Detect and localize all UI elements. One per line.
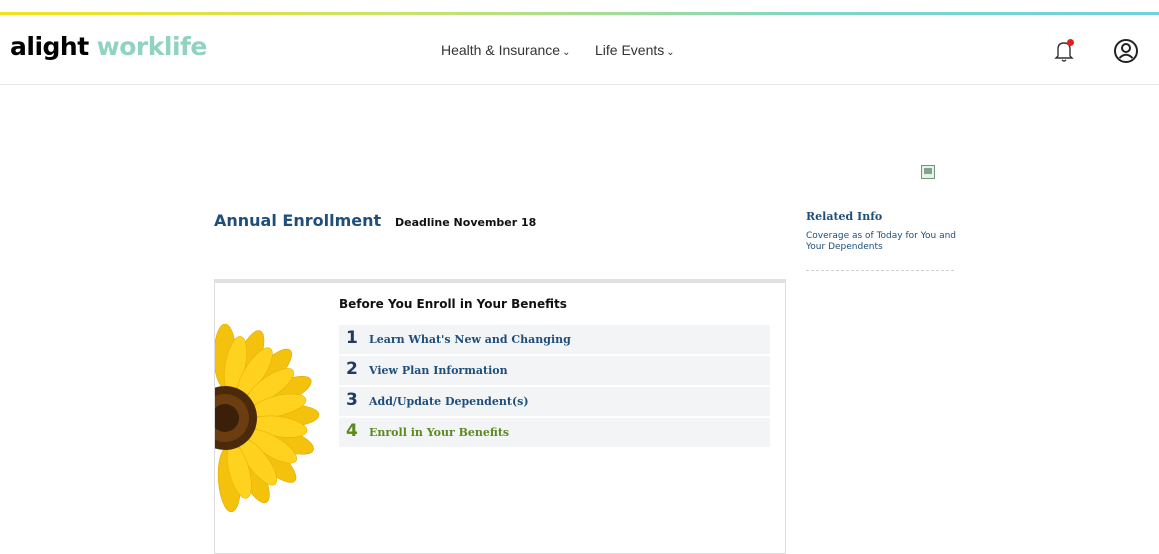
print-icon[interactable]	[921, 165, 935, 179]
enrollment-panel: Before You Enroll in Your Benefits 1 Lea…	[214, 279, 786, 554]
deadline-text: Deadline November 18	[395, 216, 537, 229]
step-learn-whats-new[interactable]: 1 Learn What's New and Changing	[339, 325, 770, 355]
panel-heading: Before You Enroll in Your Benefits	[339, 297, 567, 311]
step-number: 4	[346, 421, 358, 441]
nav-label: Health & Insurance	[441, 42, 561, 58]
related-info-heading: Related Info	[806, 210, 883, 223]
step-label: View Plan Information	[369, 364, 508, 377]
step-view-plan-information[interactable]: 2 View Plan Information	[339, 356, 770, 386]
logo-primary: alight	[10, 32, 89, 61]
step-label: Add/Update Dependent(s)	[369, 395, 529, 408]
notification-dot	[1067, 39, 1074, 46]
step-number: 2	[346, 359, 358, 379]
page-title: Annual Enrollment	[214, 211, 382, 230]
profile-button[interactable]	[1112, 37, 1140, 65]
step-enroll-benefits[interactable]: 4 Enroll in Your Benefits	[339, 418, 770, 448]
step-label: Enroll in Your Benefits	[369, 426, 510, 439]
step-label: Learn What's New and Changing	[369, 333, 571, 346]
user-circle-icon	[1114, 39, 1138, 63]
divider	[806, 270, 954, 271]
step-update-dependents[interactable]: 3 Add/Update Dependent(s)	[339, 387, 770, 417]
coverage-link[interactable]: Coverage as of Today for You and Your De…	[806, 231, 956, 253]
chevron-down-icon: ⌄	[666, 47, 675, 58]
logo[interactable]: alight worklife	[10, 32, 207, 61]
nav-life-events[interactable]: Life Events ⌄	[595, 42, 675, 58]
sunflower-image	[215, 323, 320, 513]
logo-secondary: worklife	[96, 32, 208, 61]
top-header: alight worklife Health & Insurance ⌄ Life …	[0, 15, 1159, 85]
nav-health-insurance[interactable]: Health & Insurance ⌄	[441, 42, 570, 58]
chevron-down-icon: ⌄	[562, 47, 571, 58]
step-number: 3	[346, 390, 358, 410]
step-number: 1	[346, 328, 358, 348]
notifications-button[interactable]	[1050, 37, 1078, 65]
nav-label: Life Events	[595, 42, 665, 58]
